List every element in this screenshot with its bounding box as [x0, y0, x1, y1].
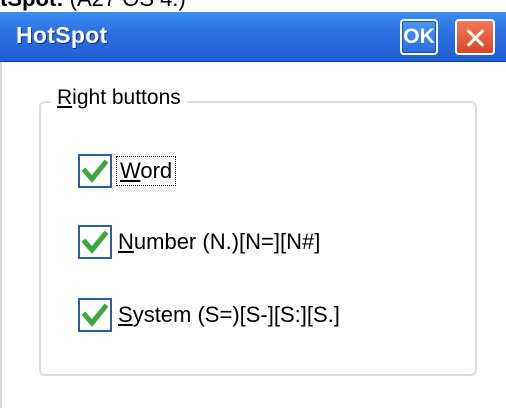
system-option[interactable]: System (S=)[S-][S:][S.]: [78, 298, 340, 332]
number-label[interactable]: Number (N.)[N=][N#]: [118, 229, 320, 255]
close-button[interactable]: [455, 19, 495, 55]
checkmark-icon: [82, 303, 108, 327]
checkmark-icon: [82, 230, 108, 254]
word-label[interactable]: Word: [115, 156, 177, 186]
ok-button[interactable]: OK: [400, 19, 438, 55]
window-title: HotSpot: [16, 22, 108, 48]
groupbox-legend: Right buttons: [51, 86, 187, 110]
number-option[interactable]: Number (N.)[N=][N#]: [78, 225, 320, 259]
word-option[interactable]: Word: [78, 154, 177, 188]
number-checkbox[interactable]: [78, 225, 112, 259]
caption-rest: (A27 OS 4.): [70, 0, 186, 11]
system-label[interactable]: System (S=)[S-][S:][S.]: [118, 302, 340, 328]
system-checkbox[interactable]: [78, 298, 112, 332]
legend-text: ight buttons: [72, 86, 181, 109]
word-checkbox[interactable]: [78, 154, 112, 188]
checkmark-icon: [82, 159, 108, 183]
caption-bold: tSpot:: [0, 0, 64, 11]
legend-accesskey: R: [57, 86, 73, 109]
top-caption: tSpot: (A27 OS 4.): [0, 0, 506, 12]
